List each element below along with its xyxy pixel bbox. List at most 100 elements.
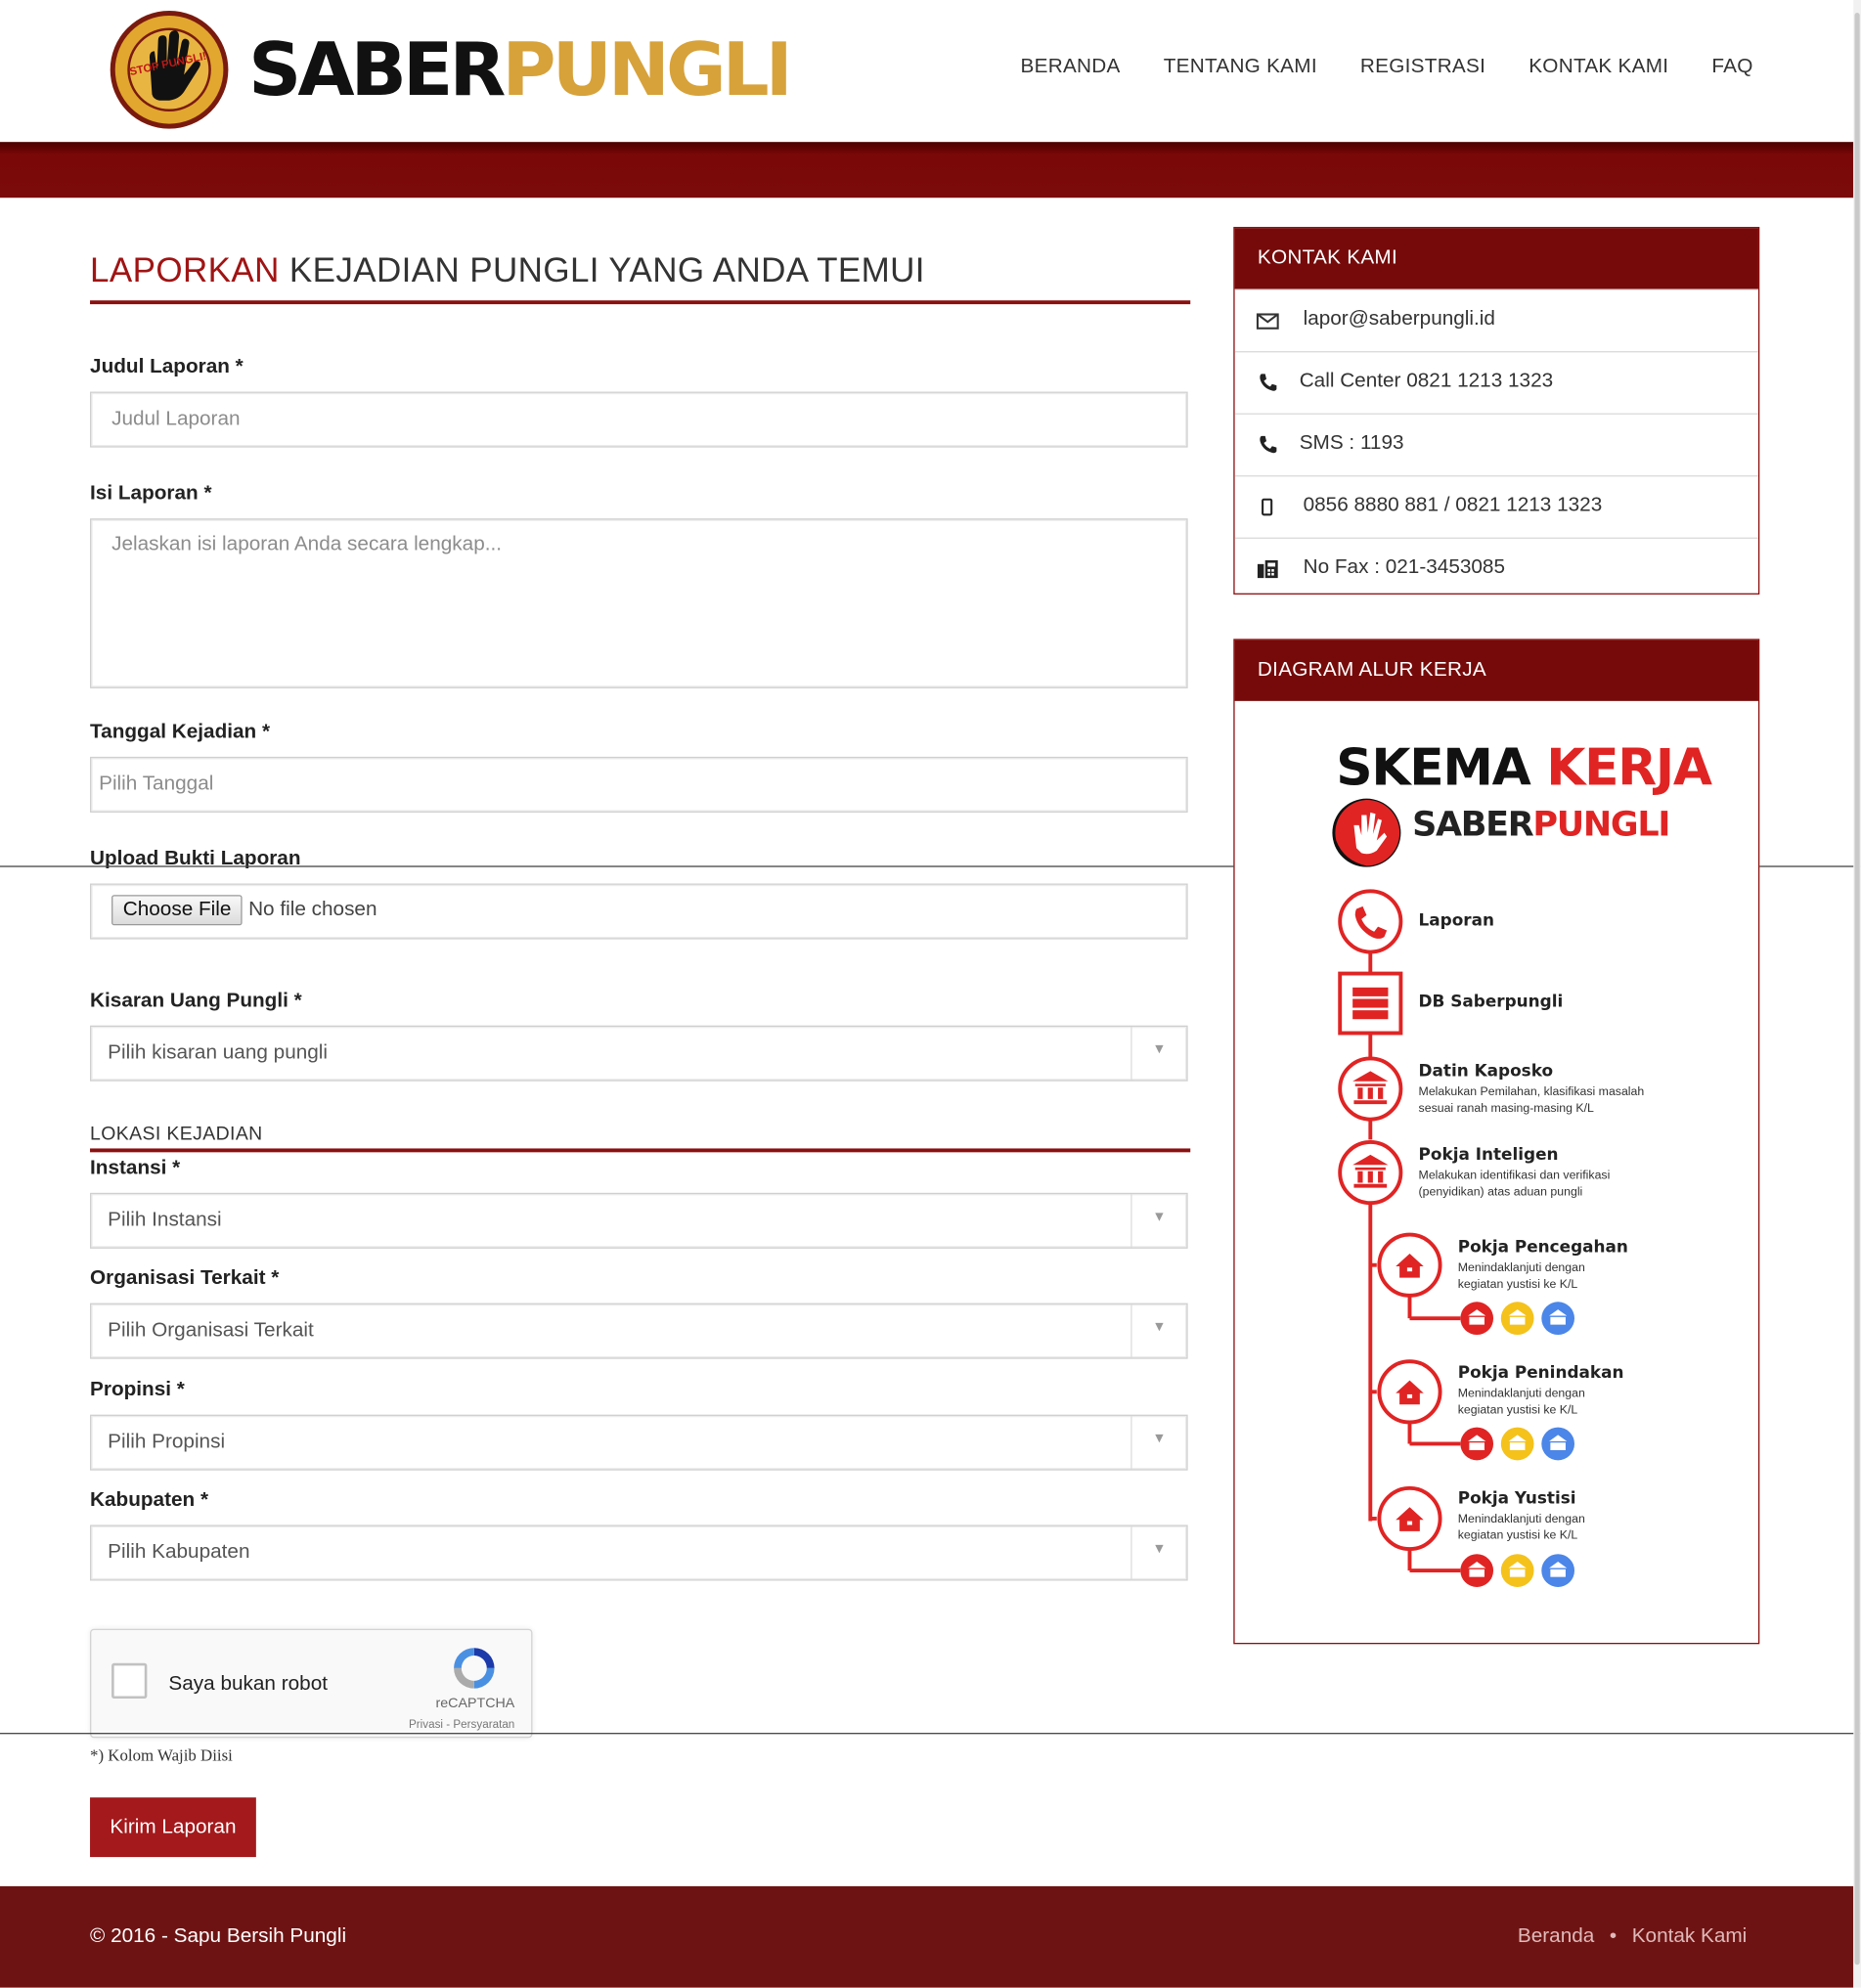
organisasi-placeholder: Pilih Organisasi Terkait bbox=[108, 1319, 314, 1342]
page: STOP PUNGLI! SABERPUNGLI BERANDA TENTANG… bbox=[0, 0, 1861, 1988]
nav-beranda[interactable]: BERANDA bbox=[1021, 56, 1121, 78]
envelope-icon bbox=[1256, 313, 1279, 330]
propinsi-dropdown-toggle[interactable]: ▼ bbox=[1130, 1415, 1186, 1470]
submit-report-button[interactable]: Kirim Laporan bbox=[90, 1797, 256, 1858]
step-inteligen-sub: Melakukan identifikasi dan verifikasi (p… bbox=[1418, 1169, 1611, 1200]
kabupaten-dropdown-toggle[interactable]: ▼ bbox=[1130, 1525, 1186, 1580]
brand-part2: PUNGLI bbox=[502, 26, 793, 113]
step-pencegahan-title: Pokja Pencegahan bbox=[1457, 1238, 1628, 1258]
tanggal-input[interactable]: Pilih Tanggal bbox=[90, 756, 1188, 813]
contact-row-sms: SMS : 1193 bbox=[1234, 413, 1758, 476]
page-title: LAPORKAN KEJADIAN PUNGLI YANG ANDA TEMUI bbox=[90, 251, 925, 290]
step-db-title: DB Saberpungli bbox=[1418, 993, 1564, 1012]
contact-sms: SMS : 1193 bbox=[1299, 432, 1404, 455]
kabupaten-label: Kabupaten * bbox=[90, 1489, 209, 1512]
recaptcha-links[interactable]: Privasi - Persyaratan bbox=[409, 1717, 514, 1730]
required-note: *) Kolom Wajib Diisi bbox=[90, 1745, 233, 1765]
kabupaten-select[interactable]: Pilih Kabupaten ▼ bbox=[90, 1524, 1188, 1581]
agency-circles-icon bbox=[1460, 1302, 1575, 1587]
fax-icon bbox=[1257, 559, 1278, 579]
step-laporan-title: Laporan bbox=[1418, 911, 1494, 931]
contact-panel: KONTAK KAMI lapor@saberpungli.id Call Ce… bbox=[1233, 227, 1760, 595]
contact-mobile: 0856 8880 881 / 0821 1213 1323 bbox=[1303, 494, 1603, 516]
footer-separator: • bbox=[1609, 1925, 1617, 1948]
upload-field: Choose File No file chosen bbox=[90, 883, 1188, 940]
step-inteligen-title: Pokja Inteligen bbox=[1418, 1145, 1559, 1166]
lokasi-heading: LOKASI KEJADIAN bbox=[90, 1123, 263, 1145]
contact-row-fax: No Fax : 021-3453085 bbox=[1234, 537, 1758, 600]
no-file-text: No file chosen bbox=[248, 899, 377, 921]
recaptcha-logo-icon bbox=[454, 1648, 495, 1689]
organisasi-label: Organisasi Terkait * bbox=[90, 1267, 280, 1290]
contact-email[interactable]: lapor@saberpungli.id bbox=[1304, 308, 1495, 331]
organisasi-dropdown-toggle[interactable]: ▼ bbox=[1130, 1303, 1186, 1358]
step-pencegahan-house-icon bbox=[1377, 1232, 1442, 1298]
upload-label: Upload Bukti Laporan bbox=[90, 848, 301, 870]
contact-panel-title: KONTAK KAMI bbox=[1234, 228, 1758, 289]
organisasi-select[interactable]: Pilih Organisasi Terkait ▼ bbox=[90, 1303, 1188, 1359]
contact-row-callcenter: Call Center 0821 1213 1323 bbox=[1234, 351, 1758, 414]
step-penindakan-house-icon bbox=[1377, 1359, 1442, 1425]
step-laporan-phone-icon bbox=[1338, 889, 1403, 954]
choose-file-button[interactable]: Choose File bbox=[111, 895, 244, 926]
nav-faq[interactable]: FAQ bbox=[1711, 56, 1752, 78]
footer-link-beranda[interactable]: Beranda bbox=[1518, 1925, 1594, 1947]
step-yustisi-house-icon bbox=[1377, 1485, 1442, 1552]
main-nav: BERANDA TENTANG KAMI REGISTRASI KONTAK K… bbox=[998, 56, 1774, 78]
footer-links: Beranda • Kontak Kami bbox=[1510, 1925, 1754, 1948]
step-db-server-icon bbox=[1338, 971, 1403, 1036]
overlay-line bbox=[0, 1733, 1861, 1735]
isi-placeholder: Jelaskan isi laporan Anda secara lengkap… bbox=[111, 533, 503, 555]
isi-label: Isi Laporan * bbox=[90, 482, 212, 505]
lokasi-divider bbox=[90, 1148, 1191, 1153]
step-yustisi-sub: Menindaklanjuti dengan kegiatan yustisi … bbox=[1457, 1512, 1585, 1543]
instansi-select[interactable]: Pilih Instansi ▼ bbox=[90, 1192, 1188, 1249]
phone-icon bbox=[1260, 374, 1277, 391]
instansi-dropdown-toggle[interactable]: ▼ bbox=[1130, 1194, 1186, 1248]
nav-tentang-kami[interactable]: TENTANG KAMI bbox=[1164, 56, 1317, 78]
propinsi-label: Propinsi * bbox=[90, 1379, 185, 1401]
diagram-panel: DIAGRAM ALUR KERJA SKEMA KERJA SABERPUNG… bbox=[1233, 639, 1760, 1645]
caret-down-icon: ▼ bbox=[1152, 1319, 1167, 1336]
propinsi-select[interactable]: Pilih Propinsi ▼ bbox=[90, 1414, 1188, 1471]
footer-link-kontak[interactable]: Kontak Kami bbox=[1632, 1925, 1748, 1947]
step-pencegahan-sub: Menindaklanjuti dengan kegiatan yustisi … bbox=[1457, 1260, 1585, 1292]
propinsi-placeholder: Pilih Propinsi bbox=[108, 1431, 226, 1453]
contact-callcenter: Call Center 0821 1213 1323 bbox=[1299, 370, 1554, 392]
caret-down-icon: ▼ bbox=[1152, 1209, 1167, 1225]
caret-down-icon: ▼ bbox=[1152, 1541, 1167, 1557]
recaptcha-brand: reCAPTCHA bbox=[435, 1696, 515, 1712]
contact-row-mobile: 0856 8880 881 / 0821 1213 1323 bbox=[1234, 475, 1758, 538]
phone-icon bbox=[1260, 435, 1277, 454]
kisaran-dropdown-toggle[interactable]: ▼ bbox=[1130, 1027, 1186, 1081]
brand-wordmark[interactable]: SABERPUNGLI bbox=[248, 26, 793, 113]
nav-kontak-kami[interactable]: KONTAK KAMI bbox=[1529, 56, 1668, 78]
step-penindakan-title: Pokja Penindakan bbox=[1457, 1363, 1624, 1384]
recaptcha-text: Saya bukan robot bbox=[168, 1673, 328, 1696]
step-inteligen-building-icon bbox=[1338, 1140, 1403, 1206]
step-datin-title: Datin Kaposko bbox=[1418, 1062, 1554, 1082]
page-scrollbar[interactable] bbox=[1853, 0, 1861, 1988]
step-datin-sub: Melakukan Pemilahan, klasifikasi masalah… bbox=[1418, 1084, 1645, 1116]
caret-down-icon: ▼ bbox=[1152, 1041, 1167, 1058]
mobile-icon bbox=[1262, 498, 1273, 516]
scrollbar-thumb[interactable] bbox=[1854, 12, 1860, 1966]
workflow-diagram: SKEMA KERJA SABERPUNGLI Laporan DB Saber… bbox=[1235, 701, 1758, 1642]
recaptcha-widget: Saya bukan robot reCAPTCHA Privasi - Per… bbox=[90, 1628, 533, 1739]
isi-textarea[interactable]: Jelaskan isi laporan Anda secara lengkap… bbox=[90, 518, 1188, 688]
judul-input[interactable]: Judul Laporan bbox=[90, 391, 1188, 448]
kisaran-select[interactable]: Pilih kisaran uang pungli ▼ bbox=[90, 1025, 1188, 1082]
diagram-panel-title: DIAGRAM ALUR KERJA bbox=[1234, 640, 1758, 701]
stop-pungli-badge-icon[interactable]: STOP PUNGLI! bbox=[108, 6, 231, 133]
recaptcha-checkbox[interactable] bbox=[111, 1662, 148, 1700]
judul-placeholder: Judul Laporan bbox=[111, 408, 241, 430]
caret-down-icon: ▼ bbox=[1152, 1431, 1167, 1447]
kisaran-label: Kisaran Uang Pungli * bbox=[90, 990, 302, 1012]
step-yustisi-title: Pokja Yustisi bbox=[1457, 1489, 1576, 1509]
title-highlight: LAPORKAN bbox=[90, 250, 280, 289]
nav-registrasi[interactable]: REGISTRASI bbox=[1360, 56, 1485, 78]
instansi-placeholder: Pilih Instansi bbox=[108, 1209, 222, 1231]
tanggal-label: Tanggal Kejadian * bbox=[90, 721, 271, 743]
header-band bbox=[0, 142, 1854, 199]
kabupaten-placeholder: Pilih Kabupaten bbox=[108, 1541, 250, 1564]
